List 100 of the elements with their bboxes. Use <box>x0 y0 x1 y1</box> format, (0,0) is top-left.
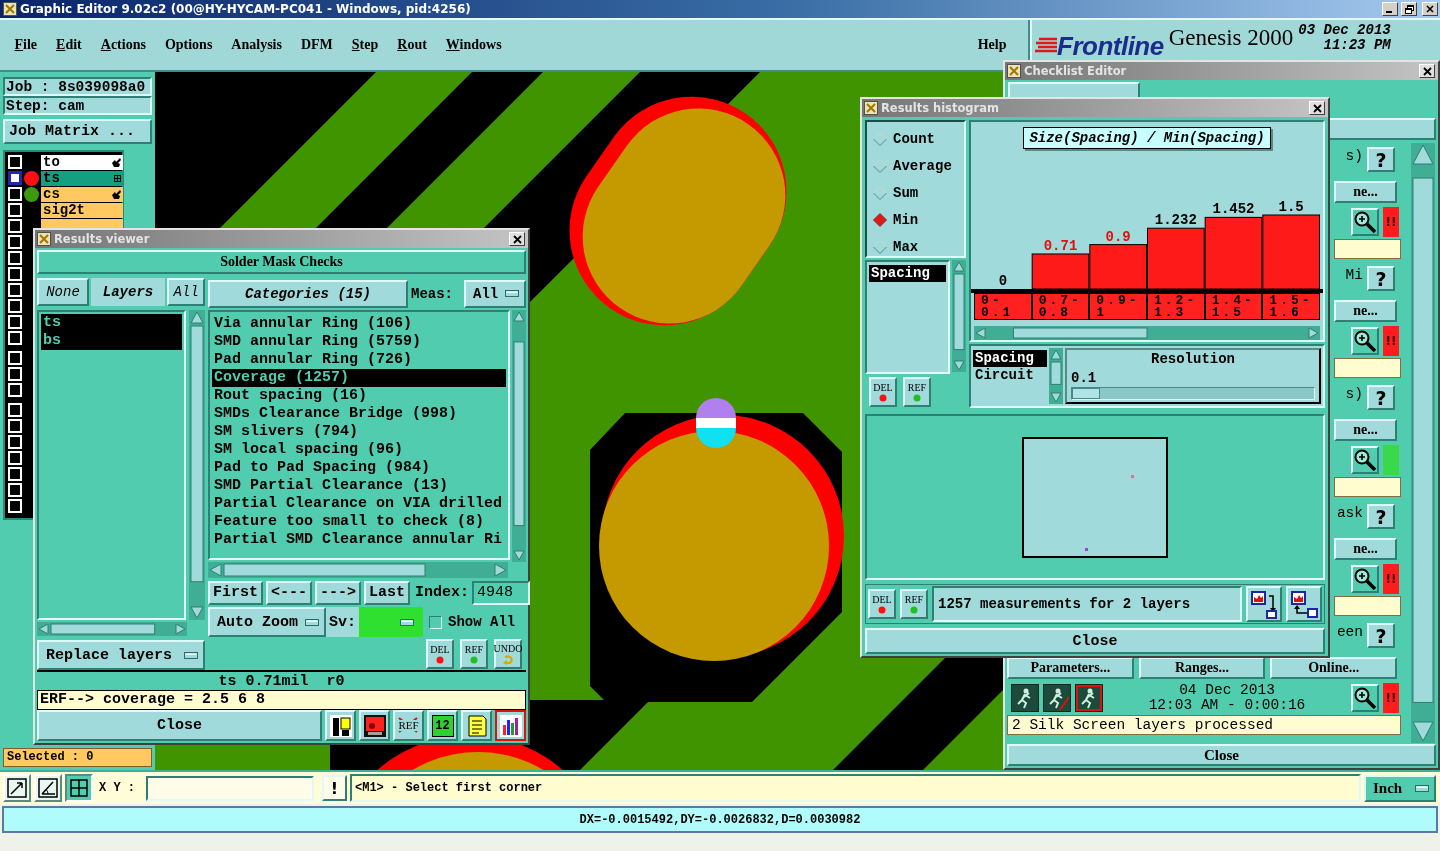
list-item[interactable]: Pad annular Ring (726) <box>212 350 506 369</box>
radio-option[interactable]: Average <box>873 152 964 179</box>
horizontal-scrollbar[interactable] <box>37 622 187 636</box>
list-item[interactable]: Via annular Ring (106) <box>212 314 506 333</box>
restore-button[interactable] <box>1401 2 1417 16</box>
layer-name[interactable]: ts <box>41 170 123 186</box>
undo-button[interactable]: UNDO <box>494 639 522 670</box>
vertical-scrollbar[interactable] <box>1049 348 1063 404</box>
list-item[interactable]: SM local spacing (96) <box>212 440 506 459</box>
last-button[interactable]: Last <box>364 580 411 605</box>
view-button[interactable] <box>1246 586 1282 622</box>
run-button[interactable] <box>1011 684 1039 712</box>
online-button[interactable]: Online... <box>1270 657 1397 679</box>
radio-option[interactable]: Count <box>873 125 964 152</box>
index-field[interactable]: 4948 <box>472 580 531 605</box>
list-item[interactable]: Spacing <box>973 350 1047 367</box>
zoom-button[interactable] <box>1351 446 1379 474</box>
horizontal-scrollbar[interactable] <box>208 561 508 578</box>
slider-thumb[interactable] <box>1072 388 1100 399</box>
close-button[interactable] <box>1419 64 1435 78</box>
menu-item[interactable]: Step <box>342 37 388 53</box>
close-button[interactable]: Close <box>865 628 1325 654</box>
alert-button[interactable]: ! <box>322 775 347 801</box>
help-button[interactable]: ? <box>1367 504 1395 529</box>
help-button[interactable]: ? <box>1367 385 1395 410</box>
delete-button[interactable]: DEL <box>869 377 897 407</box>
list-item[interactable]: Spacing <box>869 265 946 282</box>
close-button[interactable]: Close <box>37 710 322 741</box>
layer-name[interactable]: sig2t <box>41 202 123 218</box>
list-item[interactable]: Coverage (1257) <box>212 368 506 387</box>
categories-button[interactable]: Categories (15) <box>208 280 408 308</box>
list-item[interactable]: SM slivers (794) <box>212 422 506 441</box>
reference-button[interactable]: REF <box>460 639 488 670</box>
job-matrix-button[interactable]: Job Matrix ... <box>3 119 152 144</box>
previous-button[interactable]: <--- <box>266 580 313 605</box>
horizontal-scrollbar[interactable] <box>974 326 1320 340</box>
vertical-scrollbar[interactable] <box>189 310 205 620</box>
action-button[interactable]: ne... <box>1334 419 1397 441</box>
menu-item[interactable]: File <box>5 37 47 53</box>
list-item[interactable]: bs <box>41 332 182 350</box>
layer-checkbox[interactable] <box>8 171 22 185</box>
list-item[interactable]: Partial SMD Clearance annular Ri <box>212 530 506 549</box>
layer-name[interactable]: cs <box>41 186 123 202</box>
ranges-button[interactable]: Ranges... <box>1138 657 1266 679</box>
close-button[interactable] <box>1309 101 1325 115</box>
zoom-button[interactable] <box>1351 684 1379 712</box>
close-button[interactable] <box>509 232 525 246</box>
menu-item[interactable]: Actions <box>91 37 156 53</box>
delete-button[interactable]: DEL <box>426 639 454 670</box>
vertical-scrollbar[interactable] <box>952 260 966 372</box>
radio-option[interactable]: Max <box>873 233 964 260</box>
list-item[interactable]: Circuit <box>973 367 1047 384</box>
list-item[interactable]: Feature too small to check (8) <box>212 512 506 531</box>
view-button[interactable] <box>1286 586 1322 622</box>
action-button[interactable]: ne... <box>1334 300 1397 322</box>
list-item[interactable]: SMD annular Ring (5759) <box>212 332 506 351</box>
reference-button[interactable]: REF <box>900 589 928 619</box>
list-item[interactable]: Rout spacing (16) <box>212 386 506 405</box>
close-button[interactable]: Close <box>1007 744 1436 766</box>
parameters-button[interactable]: Parameters... <box>1007 657 1134 679</box>
layer-name[interactable]: to <box>41 154 123 170</box>
close-button[interactable] <box>1422 2 1438 16</box>
units-dropdown[interactable]: Inch <box>1364 774 1436 802</box>
menu-item[interactable]: Edit <box>46 37 92 53</box>
first-button[interactable]: First <box>208 580 263 605</box>
menu-item[interactable]: Options <box>155 37 222 53</box>
delete-button[interactable]: DEL <box>868 589 896 619</box>
coordinate-input[interactable] <box>146 775 314 801</box>
menu-item[interactable]: DFM <box>291 37 343 53</box>
help-button[interactable]: ? <box>1367 266 1395 291</box>
zoom-button[interactable] <box>1351 565 1379 593</box>
radio-option[interactable]: Sum <box>873 179 964 206</box>
list-item[interactable]: SMD Partial Clearance (13) <box>212 476 506 495</box>
list-item[interactable]: SMDs Clearance Bridge (998) <box>212 404 506 423</box>
replace-layers-dropdown[interactable]: Replace layers <box>37 640 205 670</box>
help-button[interactable]: ? <box>1367 623 1395 648</box>
next-button[interactable]: ---> <box>315 580 362 605</box>
meas-dropdown[interactable]: All <box>464 280 526 308</box>
zoom-mode-dropdown[interactable]: Auto Zoom <box>208 607 326 638</box>
run-button[interactable] <box>1075 684 1103 712</box>
none-button[interactable]: None <box>37 278 89 306</box>
action-button[interactable]: ne... <box>1334 538 1397 560</box>
vertical-scrollbar[interactable] <box>1411 143 1435 743</box>
resolution-slider[interactable] <box>1071 387 1315 400</box>
run-button[interactable] <box>1043 684 1071 712</box>
action-button[interactable]: ne... <box>1334 181 1397 203</box>
zoom-button[interactable] <box>1351 208 1379 236</box>
menu-item[interactable]: Rout <box>387 37 437 53</box>
all-button[interactable]: All <box>167 278 205 306</box>
menu-item[interactable]: Help <box>968 37 1016 53</box>
minimize-button[interactable] <box>1382 2 1398 16</box>
list-item[interactable]: Partial Clearance on VIA drilled <box>212 494 506 513</box>
tool-button[interactable]: REF <box>393 710 424 741</box>
menu-item[interactable]: Analysis <box>221 37 292 53</box>
help-button[interactable]: ? <box>1367 147 1395 172</box>
vertical-scrollbar[interactable] <box>512 309 526 562</box>
show-all-checkbox[interactable] <box>429 615 442 629</box>
reference-button[interactable]: REF <box>903 377 931 407</box>
tool-button[interactable] <box>65 774 93 802</box>
menu-item[interactable]: Windows <box>436 37 512 53</box>
